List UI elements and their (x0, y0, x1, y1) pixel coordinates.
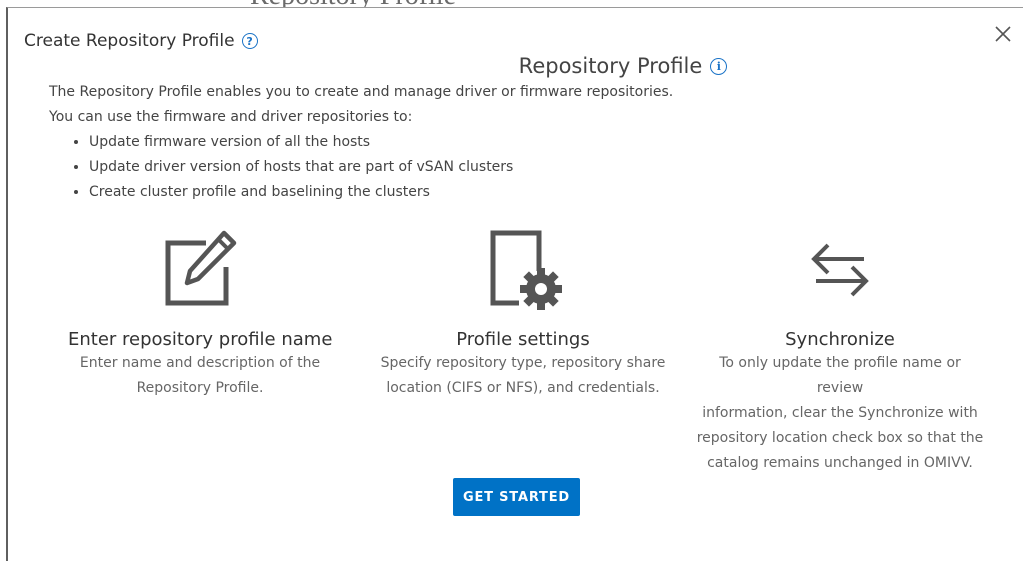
get-started-button[interactable]: GET STARTED (453, 478, 580, 516)
bullet-item: Create cluster profile and baselining th… (89, 184, 673, 201)
step-desc-line: catalog remains unchanged in OMIVV. (707, 455, 973, 471)
bullet-item: Update firmware version of all the hosts (89, 134, 673, 151)
step-desc-line: To only update the profile name or revie… (719, 355, 961, 396)
main-heading-text: Repository Profile (518, 54, 703, 78)
edit-pencil-icon (68, 223, 332, 315)
dialog-title: Create Repository Profile ? (24, 31, 258, 51)
close-icon[interactable] (993, 24, 1013, 44)
step-desc-line: information, clear the Synchronize with (702, 405, 978, 421)
dialog-title-text: Create Repository Profile (24, 31, 235, 51)
intro-section: The Repository Profile enables you to cr… (49, 84, 673, 209)
sync-arrows-icon (695, 223, 985, 315)
intro-line-1: The Repository Profile enables you to cr… (49, 84, 674, 100)
step-desc-line: Specify repository type, repository shar… (380, 355, 666, 371)
step-desc-line: Enter name and description of the (79, 355, 321, 371)
step-desc-line: Repository Profile. (136, 380, 264, 396)
bullet-item: Update driver version of hosts that are … (89, 159, 673, 176)
step-enter-name: Enter repository profile name Enter name… (68, 223, 332, 401)
intro-line-2: You can use the firmware and driver repo… (49, 109, 413, 125)
info-circle-icon[interactable]: i (710, 57, 728, 75)
step-description: Specify repository type, repository shar… (378, 351, 668, 401)
step-profile-settings: Profile settings Specify repository type… (378, 223, 668, 401)
step-desc-line: location (CIFS or NFS), and credentials. (386, 380, 660, 396)
step-description: To only update the profile name or revie… (695, 351, 985, 476)
main-heading: Repository Profile i (8, 54, 1023, 78)
step-title: Enter repository profile name (68, 329, 333, 350)
step-synchronize: Synchronize To only update the profile n… (695, 223, 985, 476)
step-desc-line: repository location check box so that th… (696, 430, 984, 446)
step-title: Profile settings (456, 329, 590, 350)
step-description: Enter name and description of the Reposi… (68, 351, 332, 401)
step-title: Synchronize (785, 329, 895, 350)
create-repository-profile-dialog: Create Repository Profile ? Repository P… (6, 7, 1023, 561)
question-circle-icon[interactable]: ? (241, 33, 258, 49)
document-settings-icon (378, 223, 668, 315)
intro-bullet-list: Update firmware version of all the hosts… (49, 134, 673, 201)
